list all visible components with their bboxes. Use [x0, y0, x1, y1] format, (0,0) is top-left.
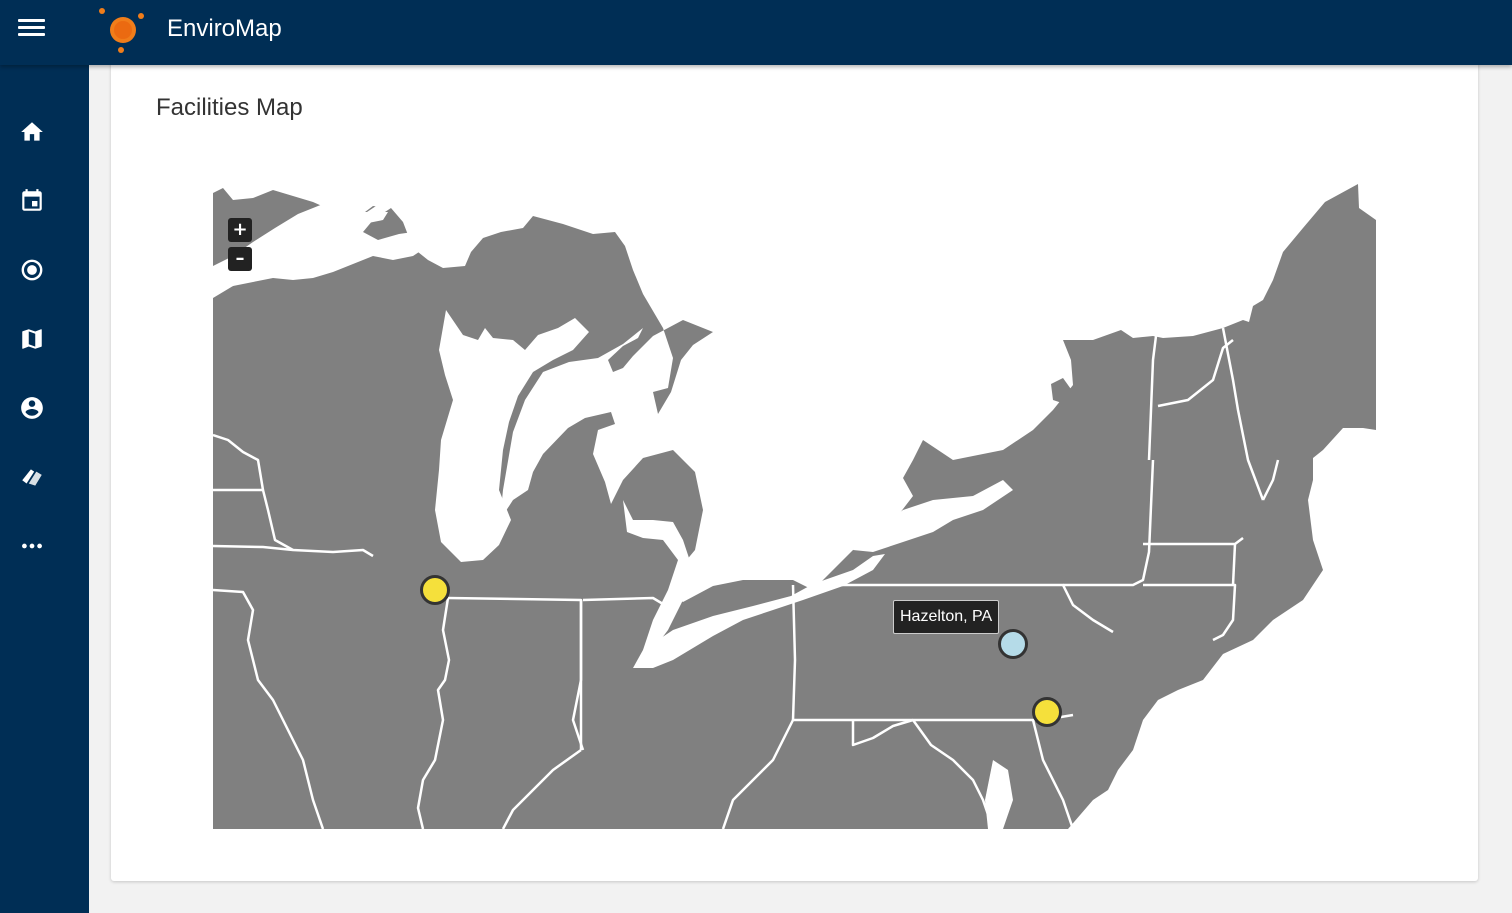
facility-marker-hazelton[interactable]	[998, 629, 1028, 659]
sidebar-item-target[interactable]	[18, 256, 46, 284]
sidebar-item-tags[interactable]	[18, 463, 46, 491]
map-icon	[22, 329, 42, 349]
page-title: Facilities Map	[156, 94, 303, 121]
tags-icon	[22, 469, 42, 486]
facilities-map[interactable]: + –	[213, 160, 1376, 829]
map-canvas[interactable]	[213, 160, 1376, 829]
facility-marker-wilmington[interactable]	[1032, 697, 1062, 727]
more-icon	[22, 543, 42, 549]
target-icon	[21, 259, 43, 281]
sidebar-item-account[interactable]	[18, 394, 46, 422]
sidebar-nav	[0, 65, 89, 913]
facility-marker-chicago[interactable]	[420, 575, 450, 605]
sidebar-item-calendar[interactable]	[18, 187, 46, 215]
map-land	[213, 184, 1376, 829]
calendar-icon	[22, 189, 42, 211]
account-icon	[21, 397, 43, 419]
home-icon	[21, 122, 43, 141]
marker-tooltip: Hazelton, PA	[893, 600, 1000, 634]
zoom-in-button[interactable]: +	[228, 218, 252, 242]
zoom-out-button[interactable]: –	[228, 247, 252, 271]
app-logo-icon	[99, 8, 144, 53]
sidebar-item-map[interactable]	[18, 325, 46, 353]
hamburger-menu-icon[interactable]	[14, 14, 50, 42]
sidebar-item-home[interactable]	[18, 118, 46, 146]
top-app-bar: EnviroMap	[0, 0, 1512, 65]
app-title: EnviroMap	[167, 15, 282, 42]
sidebar-item-more[interactable]	[18, 532, 46, 560]
facilities-map-card: Facilities Map + –	[111, 56, 1478, 881]
